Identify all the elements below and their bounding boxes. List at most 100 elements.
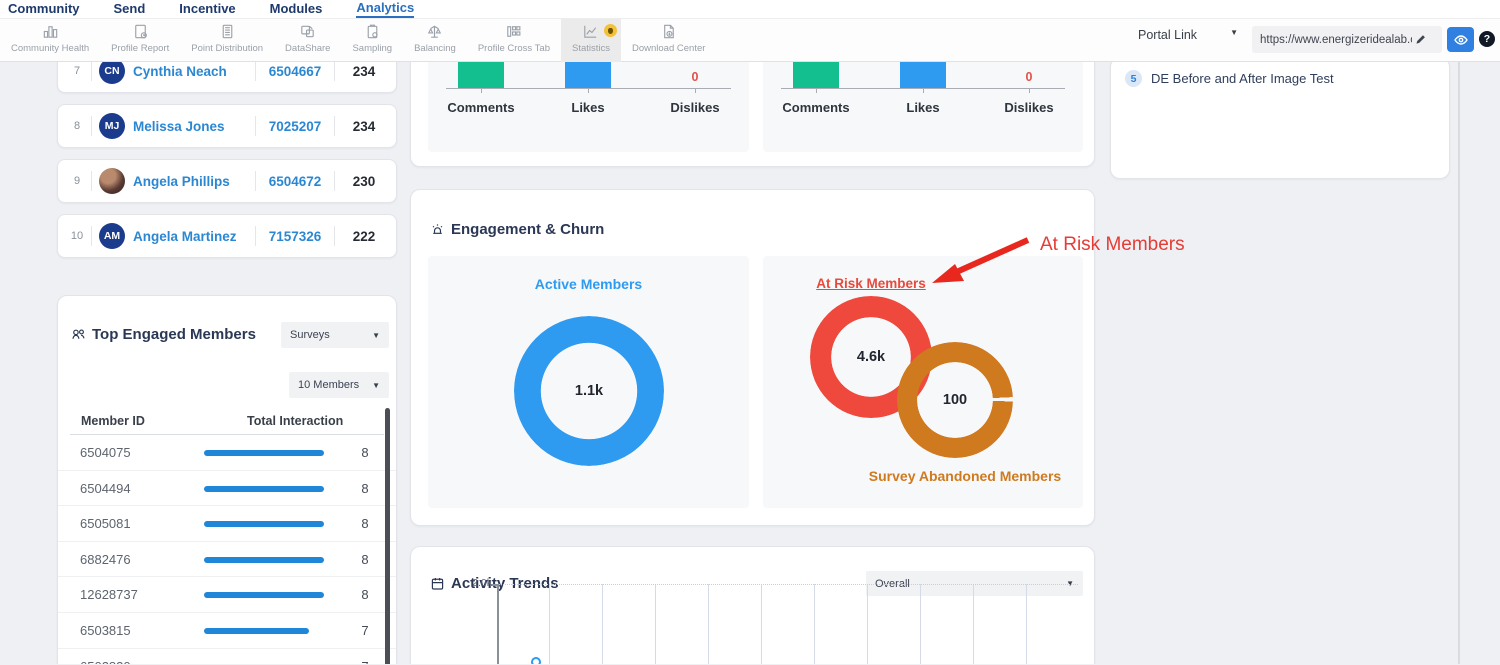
category-label: Likes bbox=[906, 100, 940, 115]
at-risk-members-link[interactable]: At Risk Members bbox=[793, 276, 949, 291]
member-id-link[interactable]: 6504667 bbox=[263, 64, 327, 79]
divider bbox=[334, 116, 335, 136]
table-scrollbar[interactable] bbox=[385, 408, 390, 664]
report-document-icon bbox=[134, 24, 147, 39]
cell-value: 7 bbox=[350, 659, 380, 664]
cell-member-id: 12628737 bbox=[80, 587, 138, 603]
siren-icon bbox=[432, 224, 443, 234]
member-id-link[interactable]: 6504672 bbox=[263, 174, 327, 189]
leaderboard-row: 9 Angela Phillips 6504672 230 bbox=[57, 159, 397, 203]
avatar: CN bbox=[99, 62, 125, 84]
table-row: 6502820 7 bbox=[58, 649, 396, 664]
survey-list-panel: 5 DE Before and After Image Test bbox=[1110, 62, 1450, 179]
share-icon bbox=[301, 25, 315, 38]
tool-label: Community Health bbox=[11, 43, 90, 54]
survey-list-item-link[interactable]: DE Before and After Image Test bbox=[1151, 71, 1334, 86]
member-id-link[interactable]: 7025207 bbox=[263, 119, 327, 134]
likes-bar[interactable] bbox=[900, 62, 946, 88]
member-name-link[interactable]: Melissa Jones bbox=[133, 119, 248, 134]
list-item-number-badge: 5 bbox=[1125, 70, 1142, 87]
divider bbox=[334, 171, 335, 191]
edit-pencil-icon[interactable] bbox=[1414, 33, 1427, 46]
category-label: Dislikes bbox=[1004, 100, 1054, 115]
member-name-link[interactable]: Angela Martinez bbox=[133, 229, 248, 244]
bar-chart-icon bbox=[43, 26, 57, 38]
content-scroll-divider bbox=[1458, 62, 1460, 664]
tool-label: Profile Cross Tab bbox=[477, 43, 550, 54]
category-label: Comments bbox=[447, 100, 515, 115]
cell-member-id: 6504494 bbox=[80, 480, 131, 496]
activity-data-point[interactable] bbox=[531, 657, 541, 664]
annotation-arrow bbox=[932, 237, 1030, 283]
tool-balancing[interactable]: Balancing bbox=[403, 19, 467, 62]
chevron-down-icon: ▼ bbox=[1230, 28, 1238, 37]
dashboard-main: 7 CN Cynthia Neach 6504667 234 8 MJ Meli… bbox=[0, 62, 1500, 664]
panel-title: Top Engaged Members bbox=[92, 326, 256, 343]
active-members-label: Active Members bbox=[534, 276, 643, 292]
count-filter-dropdown[interactable]: 10 Members ▼ bbox=[289, 372, 389, 398]
comments-bar[interactable] bbox=[793, 62, 839, 88]
leaderboard-row: 7 CN Cynthia Neach 6504667 234 bbox=[57, 62, 397, 93]
tool-point-distribution[interactable]: Point Distribution bbox=[180, 19, 274, 62]
likes-bar[interactable] bbox=[565, 62, 611, 88]
cell-value: 7 bbox=[361, 622, 369, 638]
axis-tick bbox=[588, 89, 589, 93]
clipboard-icon bbox=[367, 24, 378, 39]
column-header-member-id: Member ID bbox=[81, 414, 145, 428]
interaction-bar bbox=[204, 592, 324, 599]
divider bbox=[255, 62, 256, 81]
category-label: Dislikes bbox=[670, 100, 720, 115]
help-question-mark: ? bbox=[1483, 33, 1491, 45]
tool-sampling[interactable]: Sampling bbox=[341, 19, 403, 62]
table-row: 6504075 8 bbox=[58, 435, 396, 471]
nav-item-send[interactable]: Send bbox=[114, 1, 146, 17]
tool-statistics[interactable]: Statistics bbox=[560, 19, 621, 62]
nav-item-incentive[interactable]: Incentive bbox=[179, 1, 235, 17]
help-button[interactable]: ? bbox=[1479, 31, 1495, 47]
interaction-bar bbox=[204, 485, 324, 492]
tool-label: Balancing bbox=[414, 43, 456, 54]
top-nav: Community Send Incentive Modules Analyti… bbox=[0, 0, 1500, 19]
column-header-total-interaction: Total Interaction bbox=[247, 414, 344, 428]
tool-community-health[interactable]: Community Health bbox=[0, 19, 100, 62]
member-id-link[interactable]: 7157326 bbox=[263, 229, 327, 244]
portal-url-input[interactable] bbox=[1252, 33, 1414, 46]
chevron-down-icon: ▼ bbox=[372, 330, 380, 340]
tool-download-center[interactable]: Download Center bbox=[621, 19, 716, 62]
nav-item-modules[interactable]: Modules bbox=[270, 1, 323, 17]
member-score: 234 bbox=[352, 118, 376, 134]
avatar-photo bbox=[99, 168, 125, 194]
axis-tick bbox=[695, 89, 696, 93]
member-score: 222 bbox=[352, 228, 376, 244]
leaderboard-row: 10 AM Angela Martinez 7157326 222 bbox=[57, 214, 397, 258]
cell-value: 8 bbox=[361, 551, 369, 567]
interaction-bar bbox=[204, 450, 324, 456]
portal-link-selected-value: Portal Link bbox=[1138, 28, 1198, 42]
member-name-link[interactable]: Cynthia Neach bbox=[133, 64, 248, 79]
tool-datashare[interactable]: DataShare bbox=[274, 19, 341, 62]
avatar: MJ bbox=[99, 113, 125, 139]
divider bbox=[334, 226, 335, 246]
activity-y-axis bbox=[497, 584, 499, 664]
activity-top-gridline bbox=[497, 584, 1078, 585]
tool-label: Sampling bbox=[352, 43, 393, 54]
statistics-reward-badge bbox=[604, 24, 617, 37]
nav-item-analytics[interactable]: Analytics bbox=[356, 0, 415, 18]
tool-profile-report[interactable]: Profile Report bbox=[100, 19, 180, 62]
cell-member-id: 6505081 bbox=[80, 516, 131, 532]
rank-label: 7 bbox=[73, 65, 81, 77]
tool-label: Statistics bbox=[571, 43, 610, 54]
portal-link-select[interactable]: Portal Link ▼ bbox=[1138, 28, 1238, 42]
preview-eye-button[interactable] bbox=[1447, 27, 1474, 52]
grid-document-icon bbox=[222, 24, 232, 39]
tool-profile-cross-tab[interactable]: Profile Cross Tab bbox=[467, 19, 561, 62]
comments-bar[interactable] bbox=[458, 62, 504, 88]
member-score: 230 bbox=[352, 173, 376, 189]
metric-filter-dropdown[interactable]: Surveys ▼ bbox=[281, 322, 389, 348]
member-score: 234 bbox=[352, 63, 376, 79]
member-name-link[interactable]: Angela Phillips bbox=[133, 174, 248, 189]
cross-tab-grid-icon bbox=[507, 26, 521, 37]
nav-item-community[interactable]: Community bbox=[8, 1, 80, 17]
analytics-toolbar: Community Health Profile Report Point Di… bbox=[0, 19, 1500, 62]
metric-filter-value: Surveys bbox=[290, 329, 330, 341]
